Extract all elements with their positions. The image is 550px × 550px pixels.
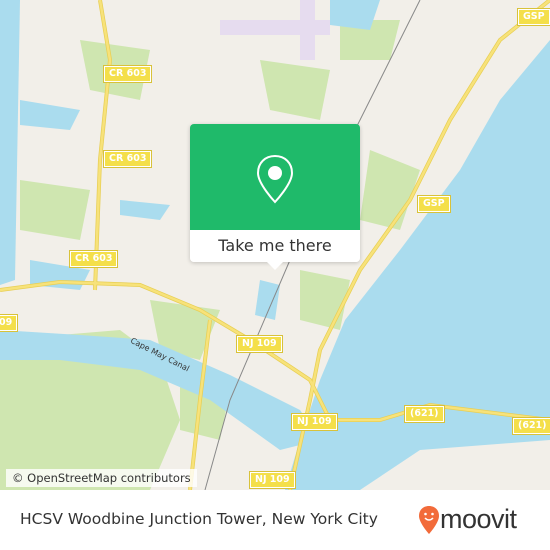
destination-popup: Take me there <box>190 124 360 270</box>
popup-header <box>190 124 360 230</box>
location-title: HCSV Woodbine Junction Tower, New York C… <box>20 510 378 528</box>
moovit-wordmark: moovit <box>440 504 517 534</box>
road-shield-cr603: CR 603 <box>102 65 153 83</box>
attribution[interactable]: © OpenStreetMap contributors <box>6 469 197 487</box>
road-shield-cr603: CR 603 <box>102 150 153 168</box>
map[interactable]: CR 603 CR 603 CR 603 GSP GSP NJ 109 NJ 1… <box>0 0 550 490</box>
moovit-logo[interactable]: moovit <box>418 504 517 535</box>
road-shield-gsp: GSP <box>417 195 451 213</box>
road-shield-gsp: GSP <box>517 8 550 26</box>
road-shield-109: 09 <box>0 314 19 332</box>
road-shield-nj109: NJ 109 <box>236 335 283 353</box>
road-shield-nj109: NJ 109 <box>291 413 338 431</box>
footer: HCSV Woodbine Junction Tower, New York C… <box>0 490 550 550</box>
road-shield-cr603: CR 603 <box>68 250 119 268</box>
road-shield-621: (621) <box>512 417 550 435</box>
road-shield-nj109: NJ 109 <box>249 471 296 489</box>
map-pin-icon <box>256 154 294 204</box>
take-me-there-button[interactable]: Take me there <box>190 230 360 262</box>
airport <box>220 0 330 60</box>
road-shield-621: (621) <box>404 405 445 423</box>
moovit-pin-icon <box>419 505 439 534</box>
popup-pointer <box>267 262 283 270</box>
